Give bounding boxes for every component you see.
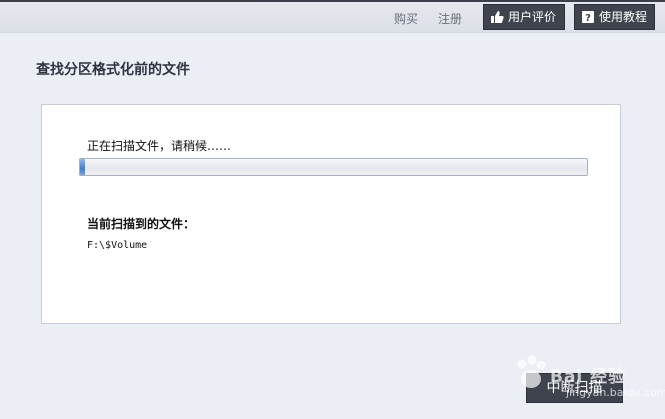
stop-scan-button[interactable]: 中断扫描 — [526, 373, 623, 403]
register-link[interactable]: 注册 — [438, 10, 462, 27]
scan-progress-fill — [80, 159, 86, 175]
svg-text:?: ? — [585, 13, 591, 24]
thumbs-up-icon — [491, 11, 504, 23]
tutorial-button[interactable]: ? 使用教程 — [574, 4, 655, 30]
current-file-label: 当前扫描到的文件： — [87, 217, 196, 231]
user-review-label: 用户评价 — [508, 10, 557, 24]
current-file-path: F:\$Volume — [87, 240, 148, 251]
scan-progress-bar — [79, 158, 588, 176]
buy-link[interactable]: 购买 — [394, 10, 418, 27]
scan-status-text: 正在扫描文件，请稍候…… — [87, 139, 232, 153]
page-title: 查找分区格式化前的文件 — [36, 62, 190, 78]
top-bar: 购买 注册 用户评价 ? 使用教程 — [0, 2, 665, 33]
scan-panel: 正在扫描文件，请稍候…… 当前扫描到的文件： F:\$Volume — [41, 104, 621, 324]
help-book-icon: ? — [582, 11, 594, 24]
user-review-button[interactable]: 用户评价 — [483, 4, 565, 30]
tutorial-label: 使用教程 — [599, 10, 648, 24]
